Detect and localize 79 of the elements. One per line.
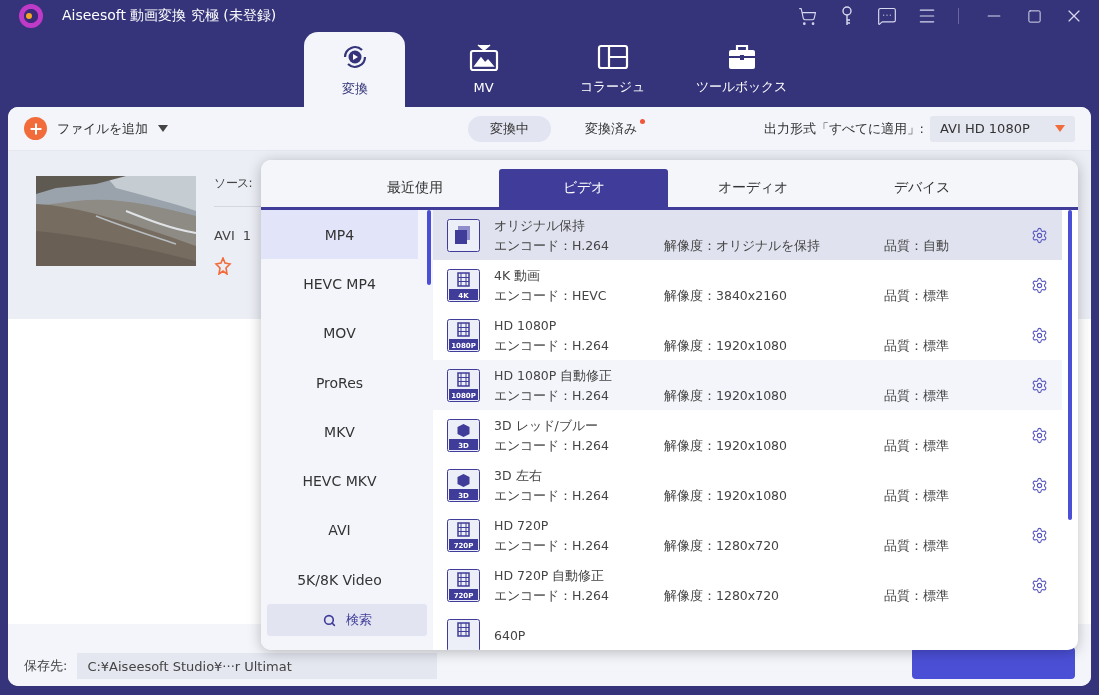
- preset-row[interactable]: オリジナル保持 エンコード：H.264 解像度：オリジナルを保持 品質：自動: [433, 210, 1062, 260]
- settings-icon[interactable]: [1031, 476, 1048, 494]
- preset-name: HD 1080P 自動修正: [494, 367, 614, 383]
- encoder-text: エンコード：H.264: [494, 437, 610, 453]
- window-title: Aiseesoft 動画変換 究極 (未登録): [62, 7, 278, 25]
- encoder-text: エンコード：H.264: [494, 587, 610, 603]
- format-tab[interactable]: ビデオ: [499, 169, 668, 207]
- preset-name: 3D 左右: [494, 467, 543, 483]
- format-item[interactable]: MOV: [261, 308, 418, 358]
- add-file-button[interactable]: ファイルを追加: [24, 117, 168, 140]
- save-to-label: 保存先:: [24, 657, 68, 675]
- resolution-text: 解像度：オリジナルを保持: [664, 237, 821, 253]
- format-item[interactable]: HEVC MP4: [261, 259, 418, 309]
- encoder-text: エンコード：H.264: [494, 487, 610, 503]
- save-path-field[interactable]: C:¥Aiseesoft Studio¥···r Ultimat: [77, 653, 438, 679]
- encoder-text: エンコード：H.264: [494, 387, 610, 403]
- quality-text: 品質：標準: [884, 437, 950, 453]
- scrollbar[interactable]: [427, 210, 431, 285]
- format-item[interactable]: 5K/8K Video: [261, 555, 418, 605]
- quality-text: 品質：標準: [884, 537, 950, 553]
- preset-name: 3D レッド/ブルー: [494, 417, 599, 433]
- nav-tab[interactable]: ツールボックス: [691, 32, 792, 107]
- settings-icon[interactable]: [1031, 276, 1048, 294]
- caret-icon: [158, 125, 168, 132]
- format-tab[interactable]: デバイス: [837, 169, 1006, 207]
- format-tab[interactable]: 最近使用: [330, 169, 499, 207]
- settings-icon[interactable]: [1031, 526, 1048, 544]
- resolution-text: 解像度：3840x2160: [664, 287, 789, 303]
- quality-text: 品質：標準: [884, 287, 950, 303]
- settings-icon[interactable]: [1031, 376, 1048, 394]
- resolution-text: 解像度：1280x720: [664, 537, 781, 553]
- resolution-text: 解像度：1920x1080: [664, 337, 789, 353]
- nav-tab[interactable]: MV: [433, 32, 534, 107]
- status-tab[interactable]: 変換済み: [563, 115, 659, 142]
- encoder-text: エンコード：H.264: [494, 237, 610, 253]
- tv-icon: [468, 44, 499, 72]
- quality-text: 品質：標準: [884, 487, 950, 503]
- preset-name: HD 720P: [494, 517, 550, 533]
- status-tab[interactable]: 変換中: [468, 115, 551, 142]
- nav-tab[interactable]: コラージュ: [562, 32, 663, 107]
- search-button[interactable]: 検索: [267, 604, 427, 636]
- format-item[interactable]: AVI: [261, 505, 418, 556]
- info-text: 1: [242, 227, 252, 245]
- resolution-text: 解像度：1920x1080: [664, 487, 789, 503]
- format-item[interactable]: MKV: [261, 407, 418, 457]
- resolution-text: 解像度：1920x1080: [664, 437, 789, 453]
- settings-icon[interactable]: [1031, 576, 1048, 594]
- encoder-text: エンコード：HEVC: [494, 287, 608, 303]
- settings-icon[interactable]: [1031, 226, 1048, 244]
- resolution-text: 解像度：1920x1080: [664, 387, 789, 403]
- output-format-label: 出力形式「すべてに適用」:: [763, 119, 924, 138]
- copy-icon: [447, 218, 480, 252]
- plus-icon: [24, 117, 47, 140]
- preset-name: HD 1080P: [494, 317, 558, 333]
- preset-name: HD 720P 自動修正: [494, 567, 606, 583]
- scrollbar[interactable]: [1068, 210, 1072, 520]
- format-item[interactable]: ProRes: [261, 357, 418, 408]
- nav-tab[interactable]: 変換: [304, 32, 405, 107]
- preset-name: オリジナル保持: [494, 217, 586, 233]
- toolbox-icon: [726, 43, 757, 70]
- encoder-text: エンコード：H.264: [494, 337, 610, 353]
- preset-name: 640P: [494, 627, 527, 643]
- settings-icon[interactable]: [1031, 326, 1048, 344]
- quality-text: 品質：自動: [884, 237, 950, 253]
- caret-icon: [1055, 125, 1065, 132]
- format-item[interactable]: HEVC MKV: [261, 456, 418, 506]
- output-format-select[interactable]: AVI HD 1080P: [930, 115, 1075, 142]
- quality-text: 品質：標準: [884, 587, 950, 603]
- format-tab[interactable]: オーディオ: [668, 169, 837, 207]
- format-item[interactable]: MP4: [261, 210, 418, 260]
- settings-icon[interactable]: [1031, 426, 1048, 444]
- search-icon: [322, 613, 336, 627]
- encoder-text: エンコード：H.264: [494, 537, 610, 553]
- collage-icon: [596, 43, 629, 70]
- quality-text: 品質：標準: [884, 337, 950, 353]
- format-text: AVI: [214, 227, 235, 245]
- quality-text: 品質：標準: [884, 387, 950, 403]
- preset-name: 4K 動画: [494, 267, 542, 283]
- resolution-text: 解像度：1280x720: [664, 587, 781, 603]
